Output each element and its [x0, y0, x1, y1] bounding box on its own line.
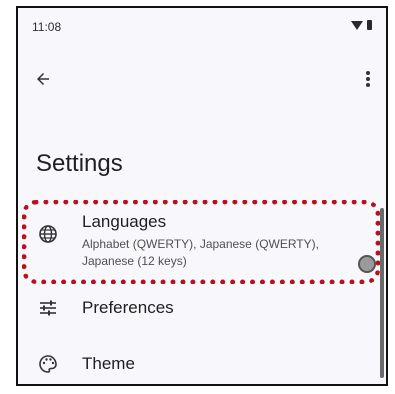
- status-icons: [351, 20, 372, 30]
- more-options-button[interactable]: [356, 64, 380, 94]
- preferences-title: Preferences: [82, 298, 174, 317]
- touch-pointer-icon: [357, 254, 377, 274]
- back-button[interactable]: [28, 64, 58, 94]
- phone-screen: 11:08 Settings Languages Alphabet (QWERT…: [16, 6, 388, 386]
- status-bar: 11:08: [18, 8, 386, 46]
- settings-item-theme[interactable]: Theme: [18, 344, 374, 384]
- settings-item-languages[interactable]: Languages Alphabet (QWERTY), Japanese (Q…: [18, 204, 374, 280]
- arrow-back-icon: [37, 73, 49, 85]
- tune-icon: [38, 298, 58, 318]
- battery-icon: [367, 20, 372, 30]
- languages-subtitle: Alphabet (QWERTY), Japanese (QWERTY), Ja…: [82, 237, 319, 268]
- settings-item-preferences[interactable]: Preferences: [18, 288, 374, 328]
- palette-icon: [38, 354, 58, 374]
- theme-title: Theme: [82, 354, 135, 373]
- scrollbar[interactable]: [380, 208, 384, 378]
- page-title: Settings: [36, 150, 123, 177]
- more-vert-icon: [366, 71, 370, 87]
- globe-icon: [38, 224, 58, 244]
- top-app-bar: [18, 62, 386, 98]
- languages-title: Languages: [82, 212, 167, 231]
- status-time: 11:08: [32, 20, 62, 34]
- wifi-icon: [351, 20, 363, 30]
